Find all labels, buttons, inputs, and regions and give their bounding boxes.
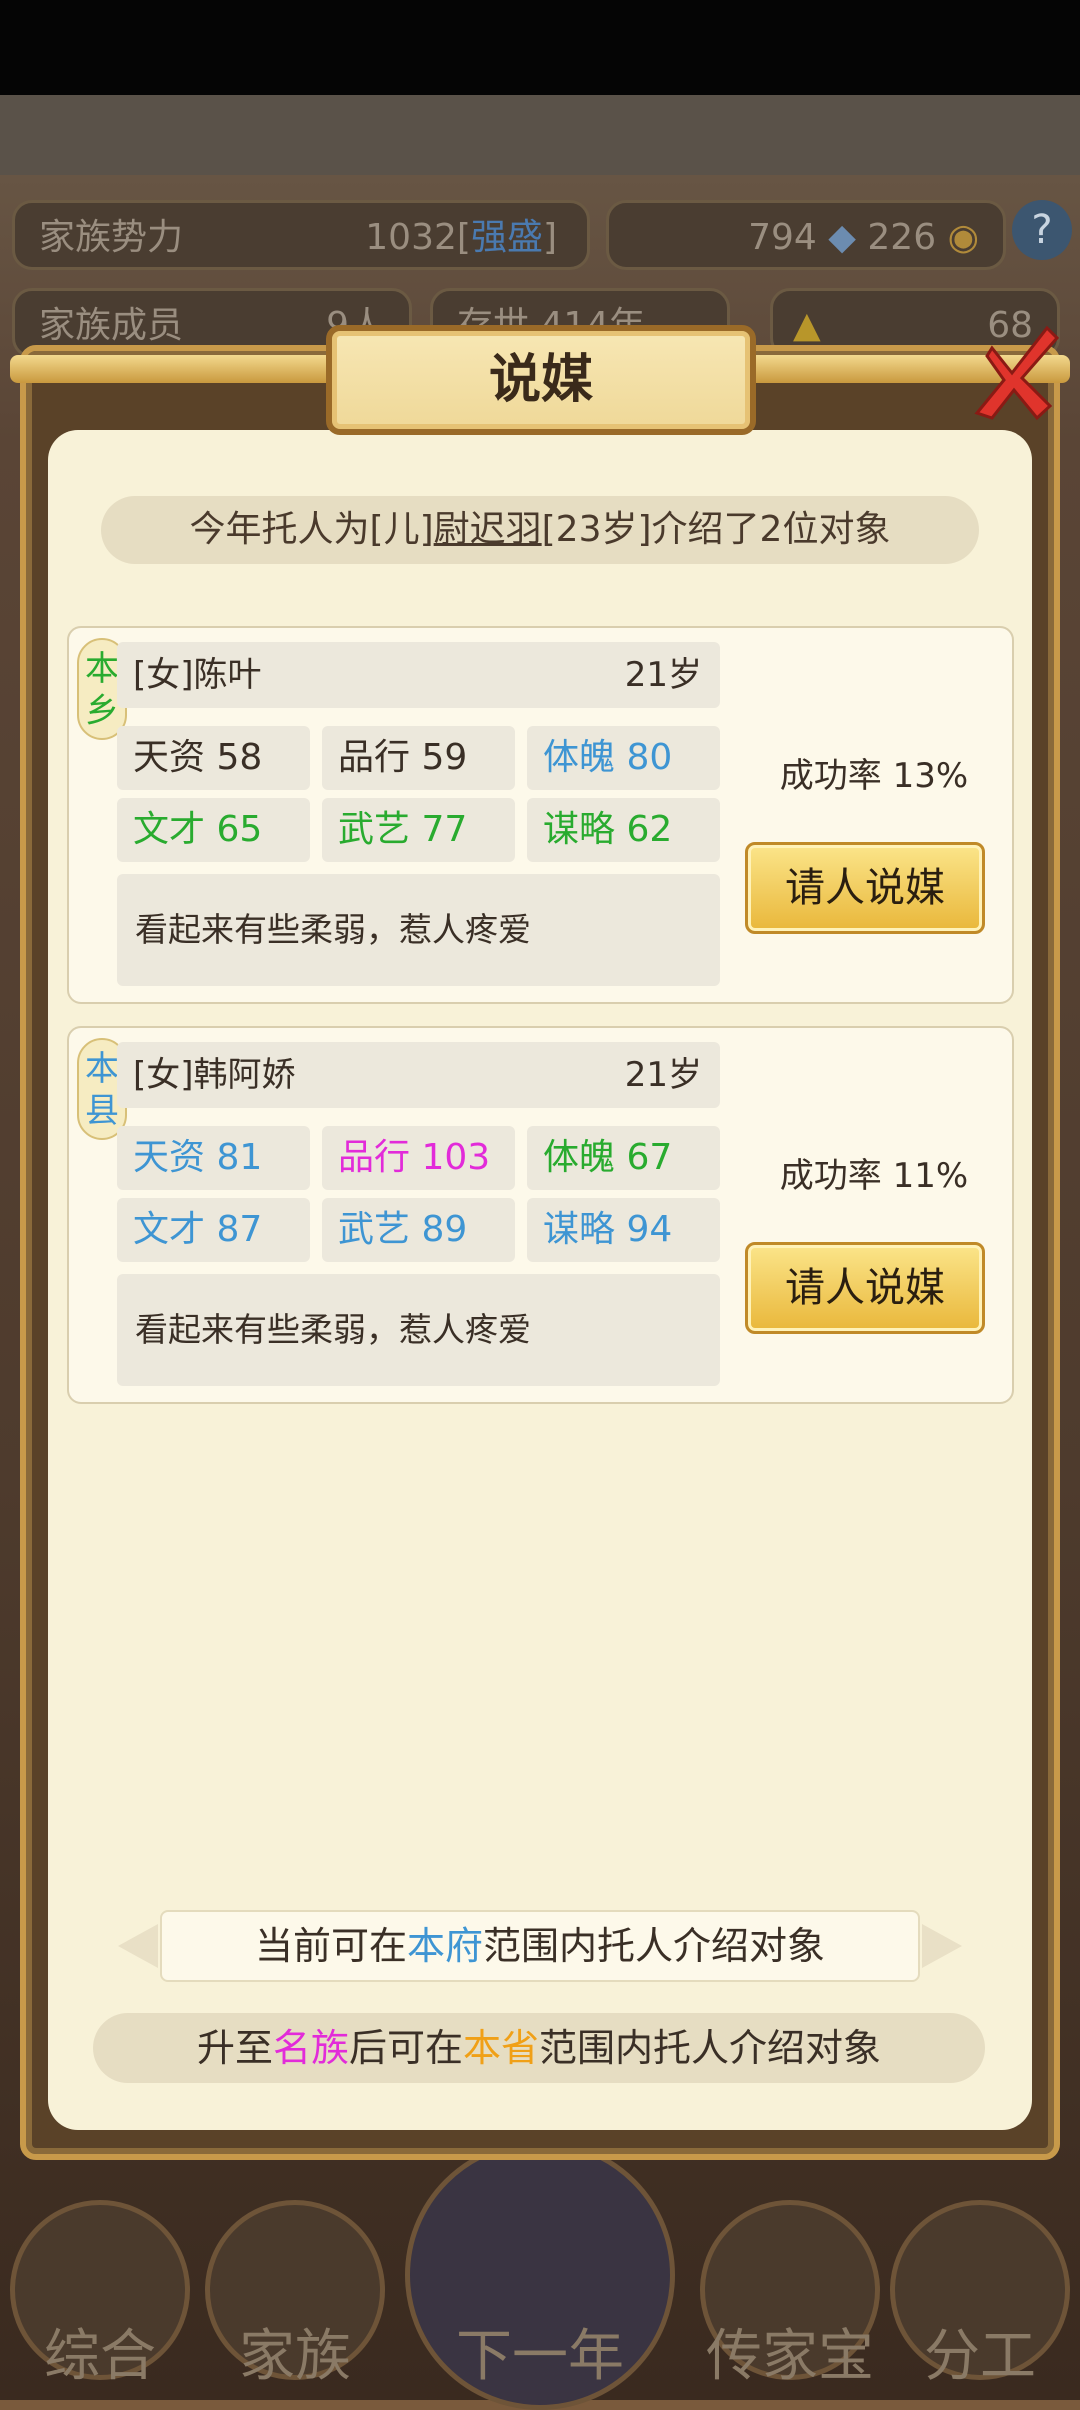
stat-physique: 体魄 80	[527, 726, 720, 790]
silver-value: 794	[748, 217, 817, 258]
intro-text: 今年托人为[儿]尉迟羽[23岁]介绍了2位对象	[101, 496, 979, 564]
stat-talent: 天资 81	[117, 1126, 310, 1190]
candidate-name: [女]陈叶	[133, 655, 262, 695]
stat-martial: 武艺 77	[322, 798, 515, 862]
currency-bar: 794 ◆ 226 ◉	[606, 200, 1006, 270]
upgrade-hint: 升至名族后可在本省范围内托人介绍对象	[93, 2013, 985, 2083]
silver-icon: ◆	[828, 217, 856, 258]
intro-person-link[interactable]: 尉迟羽	[434, 509, 542, 550]
top-strip	[0, 95, 1080, 175]
status-bar	[0, 0, 1080, 95]
dialog-title-plaque: 说媒	[326, 325, 756, 435]
stat-literary: 文才 87	[117, 1198, 310, 1262]
candidate-card: 本乡 [女]陈叶 21岁 天资 58 品行 59 体魄 80 文才 65 武艺 …	[67, 626, 1014, 1004]
candidate-age: 21岁	[624, 655, 702, 695]
members-label: 家族成员	[39, 305, 184, 346]
name-row: [女]韩阿娇 21岁	[117, 1042, 720, 1108]
candidate-description: 看起来有些柔弱，惹人疼爱	[117, 1274, 720, 1386]
stat-martial: 武艺 89	[322, 1198, 515, 1262]
close-icon	[974, 325, 1060, 421]
stat-conduct: 品行 59	[322, 726, 515, 790]
nav-heirloom[interactable]: 传家宝	[700, 2200, 880, 2400]
candidate-card: 本县 [女]韩阿娇 21岁 天资 81 品行 103 体魄 67 文才 87 武…	[67, 1026, 1014, 1404]
close-button[interactable]	[952, 318, 1062, 428]
candidate-name: [女]韩阿娇	[133, 1055, 296, 1095]
nav-overview[interactable]: 综合	[10, 2200, 190, 2400]
family-power-bar: 家族势力 1032[强盛]	[12, 200, 590, 270]
coin-value: 226	[867, 217, 937, 258]
coin-icon: ◉	[947, 217, 979, 258]
upgrade-area: 本省	[463, 2026, 540, 2070]
dialog-title: 说媒	[488, 350, 593, 410]
scope-banner: 当前可在本府范围内托人介绍对象	[160, 1910, 920, 1982]
request-matchmaking-button[interactable]: 请人说媒	[745, 842, 985, 934]
success-rate: 成功率 11%	[779, 1156, 969, 1196]
banner-arrow-right	[922, 1924, 962, 1968]
family-power-value: 1032[强盛]	[365, 217, 557, 258]
candidate-age: 21岁	[624, 1055, 702, 1095]
help-icon[interactable]: ?	[1012, 200, 1072, 260]
success-rate: 成功率 13%	[779, 756, 969, 796]
scope-highlight: 本府	[406, 1924, 483, 1968]
stat-physique: 体魄 67	[527, 1126, 720, 1190]
nav-family[interactable]: 家族	[205, 2200, 385, 2400]
stat-conduct: 品行 103	[322, 1126, 515, 1190]
request-matchmaking-button[interactable]: 请人说媒	[745, 1242, 985, 1334]
bottom-nav: 综合 家族 下一年 传家宝 分工	[0, 2140, 1080, 2410]
stat-literary: 文才 65	[117, 798, 310, 862]
stat-strategy: 谋略 62	[527, 798, 720, 862]
banner-arrow-left	[118, 1924, 158, 1968]
stat-strategy: 谋略 94	[527, 1198, 720, 1262]
family-power-label: 家族势力	[39, 217, 184, 258]
stat-talent: 天资 58	[117, 726, 310, 790]
nav-next-year[interactable]: 下一年	[400, 2140, 680, 2410]
candidate-description: 看起来有些柔弱，惹人疼爱	[117, 874, 720, 986]
name-row: [女]陈叶 21岁	[117, 642, 720, 708]
nav-assign[interactable]: 分工	[890, 2200, 1070, 2400]
upgrade-rank: 名族	[272, 2026, 349, 2070]
